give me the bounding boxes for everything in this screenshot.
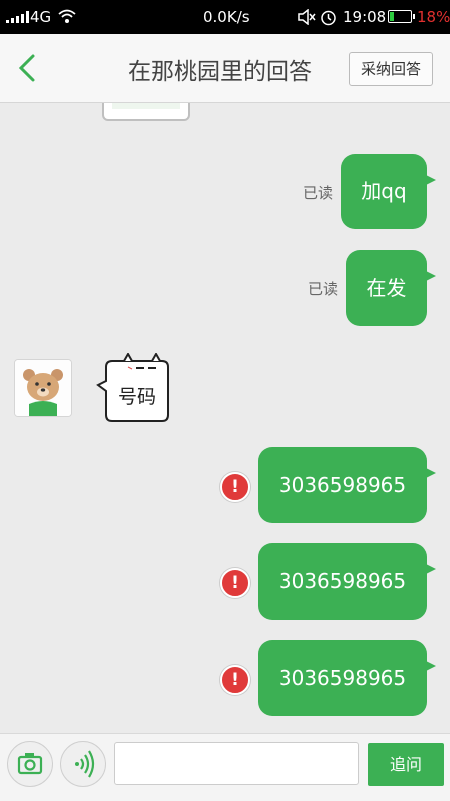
ask-button[interactable]: 追问 (368, 743, 444, 786)
previous-image-message[interactable] (102, 103, 190, 121)
message-bubble-outgoing[interactable]: 在发 (346, 250, 436, 326)
status-bar: 4G 0.0K/s 19:08 18% (0, 0, 450, 34)
wifi-icon (58, 9, 76, 23)
send-failed-icon[interactable]: ! (220, 665, 250, 695)
network-speed: 0.0K/s (203, 8, 250, 26)
clock: 19:08 (343, 8, 387, 26)
message-bubble-outgoing[interactable]: 加qq (341, 154, 436, 229)
chat-area[interactable]: 已读 加qq 已读 在发 号码 ! 3036598965 ! 303659896… (0, 103, 450, 733)
back-button[interactable] (14, 52, 44, 84)
input-bar: 追问 (0, 733, 450, 801)
send-failed-icon[interactable]: ! (220, 568, 250, 598)
accept-answer-button[interactable]: 采纳回答 (349, 52, 433, 86)
battery-percent: 18% (417, 8, 450, 26)
message-bubble-outgoing[interactable]: 3036598965 (258, 640, 436, 716)
header: 在那桃园里的回答 采纳回答 (0, 34, 450, 103)
message-text: 号码 (117, 386, 156, 408)
message-bubble-outgoing[interactable]: 3036598965 (258, 447, 436, 523)
message-bubble-outgoing[interactable]: 3036598965 (258, 543, 436, 620)
avatar[interactable] (14, 359, 72, 417)
message-bubble-incoming[interactable]: 号码 (92, 353, 170, 423)
voice-icon (74, 749, 94, 778)
bear-avatar-icon (15, 360, 71, 416)
message-input[interactable] (114, 742, 359, 785)
alarm-icon (321, 10, 336, 26)
voice-button[interactable] (60, 741, 106, 787)
battery-icon (388, 10, 415, 23)
mute-icon (298, 9, 316, 25)
network-type: 4G (30, 8, 52, 26)
camera-icon (17, 752, 42, 774)
chevron-left-icon (18, 54, 35, 82)
read-receipt: 已读 (303, 184, 334, 202)
camera-button[interactable] (7, 741, 53, 787)
page-title: 在那桃园里的回答 (128, 59, 312, 85)
send-failed-icon[interactable]: ! (220, 472, 250, 502)
read-receipt: 已读 (308, 280, 339, 298)
signal-icon (6, 11, 29, 23)
